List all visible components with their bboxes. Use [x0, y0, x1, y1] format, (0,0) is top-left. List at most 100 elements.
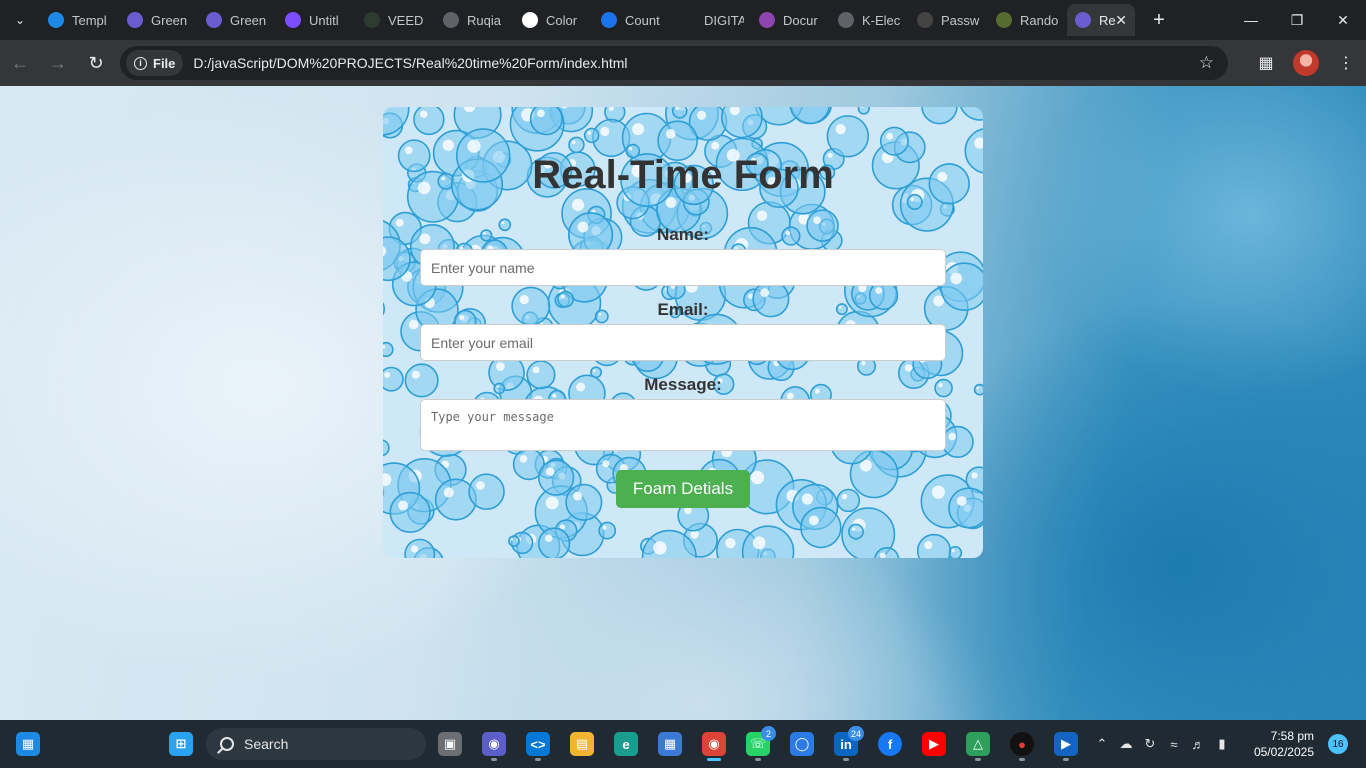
- browser-tab-label: Count: [625, 12, 660, 28]
- whatsapp-icon[interactable]: ☏ 2: [740, 726, 776, 762]
- notification-badge[interactable]: 16: [1328, 734, 1348, 754]
- linkedin-badge: 24: [847, 726, 864, 741]
- browser-tab[interactable]: Docur: [751, 4, 830, 36]
- battery-icon[interactable]: ▮: [1210, 736, 1234, 752]
- browser-tab[interactable]: Green: [198, 4, 277, 36]
- terminal-icon: [680, 12, 696, 28]
- youtube-icon[interactable]: ▶: [916, 726, 952, 762]
- name-label: Name:: [657, 225, 709, 244]
- browser-tab-active[interactable]: Re ✕: [1067, 4, 1135, 36]
- task-view-icon[interactable]: ▣: [432, 726, 468, 762]
- file-explorer-icon[interactable]: ▤: [564, 726, 600, 762]
- facebook-icon[interactable]: f: [872, 726, 908, 762]
- doc-icon: [1075, 12, 1091, 28]
- linkedin-icon[interactable]: in 24: [828, 726, 864, 762]
- url-text[interactable]: D:/javaScript/DOM%20PROJECTS/Real%20time…: [193, 55, 627, 71]
- search-label: Search: [244, 736, 289, 752]
- canva-icon: [48, 12, 64, 28]
- clock[interactable]: 7:58 pm 05/02/2025: [1234, 728, 1314, 760]
- start-icon[interactable]: ⊞: [163, 726, 199, 762]
- browser-tab[interactable]: VEED: [356, 4, 435, 36]
- doc-icon: [127, 12, 143, 28]
- info-icon: i: [134, 56, 147, 70]
- veed-icon: [364, 12, 380, 28]
- menu-kebab-icon[interactable]: ⋮: [1326, 43, 1366, 83]
- app-icon: [285, 12, 301, 28]
- edge-icon[interactable]: e: [608, 726, 644, 762]
- cloud-icon[interactable]: ☁: [1114, 736, 1138, 752]
- toolbar-right: ▦ ⋮: [1246, 40, 1366, 86]
- browser-toolbar: ← → ↻ i File D:/javaScript/DOM%20PROJECT…: [0, 40, 1366, 86]
- page-viewport: Real-Time Form Name: Email: Message: Foa…: [0, 86, 1366, 720]
- browser-tab[interactable]: Ruqia: [435, 4, 514, 36]
- volume-icon[interactable]: ♬: [1186, 737, 1210, 752]
- extensions-icon[interactable]: ▦: [1246, 43, 1286, 83]
- meet-icon[interactable]: ◉: [476, 726, 512, 762]
- browser-tab-label: K-Elec: [862, 12, 901, 28]
- tab-bar: ⌄ Templ Green Green Untitl VEED Ruqia Color Cou…: [0, 0, 1366, 40]
- address-bar[interactable]: i File D:/javaScript/DOM%20PROJECTS/Real…: [120, 46, 1228, 80]
- back-button[interactable]: ←: [2, 45, 38, 81]
- close-tab-icon[interactable]: ✕: [1115, 12, 1127, 29]
- message-textarea[interactable]: [420, 399, 946, 451]
- window-controls: — ❐ ✕: [1228, 0, 1366, 40]
- system-tray: ⌃ ☁ ↻ ≈ ♬ ▮ 7:58 pm 05/02/2025 16: [1090, 720, 1366, 768]
- chevron-up-icon[interactable]: ⌃: [1090, 736, 1114, 752]
- site-info-chip[interactable]: i File: [126, 50, 184, 76]
- image-icon: [996, 12, 1012, 28]
- browser-tab-label: DIGITA: [704, 12, 744, 28]
- browser-tab-label: Ruqia: [467, 12, 501, 28]
- form-title: Real-Time Form: [532, 153, 834, 197]
- browser-tab-label: Color: [546, 12, 578, 28]
- browser-tab-label: Green: [230, 12, 267, 28]
- browser-tab[interactable]: Rando: [988, 4, 1067, 36]
- browser-tab[interactable]: Green: [119, 4, 198, 36]
- restore-button[interactable]: ❐: [1274, 0, 1320, 40]
- browser-tab[interactable]: Passw: [909, 4, 988, 36]
- recorder-icon[interactable]: ●: [1004, 726, 1040, 762]
- doc-icon: [759, 12, 775, 28]
- browser-tab[interactable]: Count: [593, 4, 672, 36]
- browser-tab-label: VEED: [388, 12, 424, 28]
- browser-tab-label: Rando: [1020, 12, 1059, 28]
- submit-button[interactable]: Foam Detials: [616, 470, 750, 508]
- store-icon[interactable]: ▦: [652, 726, 688, 762]
- search-icon: [220, 737, 234, 751]
- message-label: Message:: [644, 375, 722, 394]
- widgets-icon[interactable]: ▦: [10, 726, 46, 762]
- real-time-form: Real-Time Form Name: Email: Message: Foa…: [383, 107, 983, 558]
- browser-tab[interactable]: Untitl: [277, 4, 356, 36]
- browser-tab[interactable]: DIGITA: [672, 4, 751, 36]
- whatsapp-badge: 2: [761, 726, 776, 741]
- close-window-button[interactable]: ✕: [1320, 0, 1366, 40]
- form-card: Real-Time Form Name: Email: Message: Foa…: [383, 107, 983, 558]
- doc-icon: [206, 12, 222, 28]
- photos-icon[interactable]: △: [960, 726, 996, 762]
- clock-date: 05/02/2025: [1253, 745, 1314, 759]
- name-input[interactable]: [420, 249, 946, 286]
- email-input[interactable]: [420, 324, 946, 361]
- email-label: Email:: [657, 300, 709, 319]
- count-icon: [601, 12, 617, 28]
- browser-tab-label: Untitl: [309, 12, 339, 28]
- tab-search-chevron-icon[interactable]: ⌄: [0, 0, 40, 40]
- minimize-button[interactable]: —: [1228, 0, 1274, 40]
- vscode-icon[interactable]: <>: [520, 726, 556, 762]
- browser-tab[interactable]: Templ: [40, 4, 119, 36]
- forward-button[interactable]: →: [40, 45, 76, 81]
- browser-tab[interactable]: Color: [514, 4, 593, 36]
- taskbar-search[interactable]: Search: [206, 728, 426, 760]
- key-icon: [917, 12, 933, 28]
- sync-icon[interactable]: ↻: [1138, 736, 1162, 752]
- tab-strip: Templ Green Green Untitl VEED Ruqia Color Count…: [40, 0, 1135, 40]
- wifi-icon[interactable]: ≈: [1162, 737, 1186, 752]
- reload-button[interactable]: ↻: [78, 45, 114, 81]
- globe-icon: [443, 12, 459, 28]
- browser-tab[interactable]: K-Elec: [830, 4, 909, 36]
- chrome-icon[interactable]: ◉: [696, 726, 732, 762]
- new-tab-button[interactable]: +: [1141, 4, 1177, 36]
- browser-icon[interactable]: ◯: [784, 726, 820, 762]
- bookmark-star-icon[interactable]: ☆: [1199, 53, 1214, 73]
- media-player-icon[interactable]: ▶: [1048, 726, 1084, 762]
- profile-avatar[interactable]: [1293, 50, 1319, 76]
